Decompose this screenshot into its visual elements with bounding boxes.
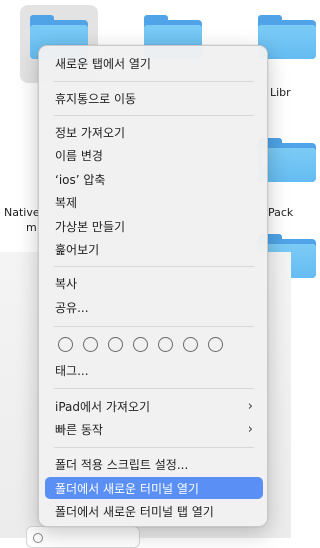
search-field[interactable]: [26, 526, 140, 548]
menu-item-copy[interactable]: 복사: [45, 272, 263, 294]
menu-item-compress[interactable]: ‘ios’ 압축: [45, 168, 263, 190]
tag-color-picker: [58, 336, 248, 354]
menu-item-label: 태그...: [55, 363, 89, 378]
menu-item-move-to-trash[interactable]: 휴지통으로 이동: [45, 87, 263, 109]
tag-color-circle[interactable]: [133, 337, 148, 352]
tag-color-circle[interactable]: [183, 337, 198, 352]
menu-item-label: 이름 변경: [55, 148, 103, 163]
chevron-right-icon: ›: [247, 421, 253, 437]
search-icon: [33, 533, 43, 543]
menu-item-share[interactable]: 공유...: [45, 296, 263, 318]
menu-item-label: ‘ios’ 압축: [55, 172, 106, 187]
context-menu: 새로운 탭에서 열기 휴지통으로 이동 정보 가져오기 이름 변경 ‘ios’ …: [38, 45, 268, 527]
menu-item-label: 폴더 적용 스크립트 설정...: [55, 457, 189, 472]
menu-item-label: 빠른 동작: [55, 422, 103, 437]
menu-separator: [54, 81, 254, 82]
menu-item-label: 새로운 탭에서 열기: [55, 56, 151, 71]
menu-item-new-terminal-at-folder[interactable]: 폴더에서 새로운 터미널 열기: [45, 477, 263, 499]
menu-separator: [54, 447, 254, 448]
menu-separator: [54, 115, 254, 116]
menu-separator: [54, 388, 254, 389]
menu-item-quick-look[interactable]: 훑어보기: [45, 238, 263, 260]
menu-item-duplicate[interactable]: 복제: [45, 191, 263, 213]
tag-color-circle[interactable]: [58, 337, 73, 352]
menu-item-folder-actions-setup[interactable]: 폴더 적용 스크립트 설정...: [45, 453, 263, 475]
folder-label: Native: [4, 206, 40, 219]
menu-item-label: 복제: [55, 195, 78, 210]
menu-item-label: 복사: [55, 276, 78, 291]
menu-item-new-terminal-tab-at-folder[interactable]: 폴더에서 새로운 터미널 탭 열기: [45, 500, 263, 522]
menu-item-get-info[interactable]: 정보 가져오기: [45, 121, 263, 143]
tag-color-circle[interactable]: [108, 337, 123, 352]
menu-item-label: iPad에서 가져오기: [55, 399, 151, 414]
tag-color-circle[interactable]: [83, 337, 98, 352]
menu-item-tags[interactable]: 태그...: [45, 359, 263, 381]
menu-item-label: 폴더에서 새로운 터미널 탭 열기: [55, 504, 214, 519]
chevron-right-icon: ›: [247, 398, 253, 414]
menu-item-quick-actions[interactable]: 빠른 동작 ›: [45, 418, 263, 440]
menu-item-label: 가상본 만들기: [55, 219, 126, 234]
menu-item-label: 폴더에서 새로운 터미널 열기: [55, 481, 199, 496]
menu-separator: [54, 266, 254, 267]
menu-item-label: 훑어보기: [55, 242, 100, 257]
menu-item-label: 휴지통으로 이동: [55, 91, 137, 106]
menu-item-import-from-ipad[interactable]: iPad에서 가져오기 ›: [45, 395, 263, 417]
menu-item-label: 정보 가져오기: [55, 125, 126, 140]
folder-label: Libr: [270, 86, 291, 99]
menu-item-open-in-new-tab[interactable]: 새로운 탭에서 열기: [45, 52, 263, 74]
folder-label: m: [26, 221, 37, 234]
folder-label: Pack: [268, 206, 294, 219]
menu-item-label: 공유...: [55, 300, 89, 315]
menu-item-make-alias[interactable]: 가상본 만들기: [45, 215, 263, 237]
menu-separator: [54, 326, 254, 327]
menu-item-rename[interactable]: 이름 변경: [45, 144, 263, 166]
tag-color-circle[interactable]: [158, 337, 173, 352]
tag-color-circle[interactable]: [208, 337, 223, 352]
